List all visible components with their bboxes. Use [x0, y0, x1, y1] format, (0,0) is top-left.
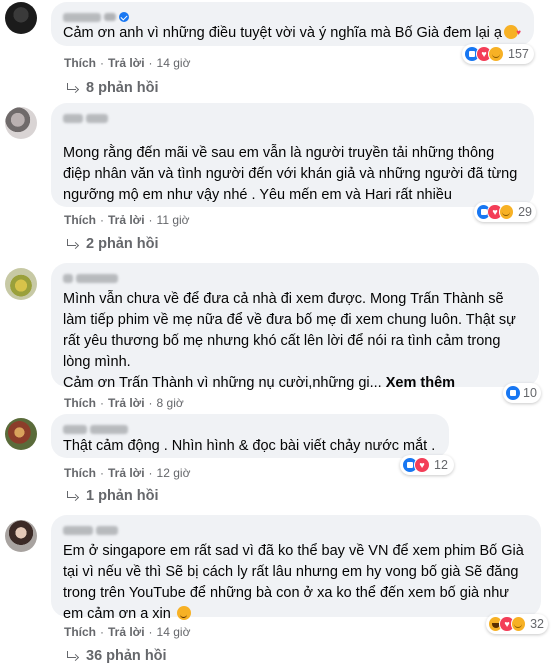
- avatar[interactable]: [5, 418, 37, 450]
- reply-arrow-icon: [66, 239, 78, 249]
- comment-text-continued: Cảm ơn Trấn Thành vì những nụ cười,những…: [63, 375, 382, 391]
- care-reaction-icon: [510, 616, 527, 632]
- replies-count: 8 phản hồi: [86, 80, 159, 96]
- comment-text: Mong rằng đến mãi về sau em vẫn là người…: [63, 145, 518, 203]
- care-reaction-icon: [498, 204, 515, 220]
- comment-text: Cảm ơn anh vì những điều tuyệt vời và ý …: [63, 25, 502, 41]
- comment-actions: Thích · Trả lời · 14 giờ: [64, 625, 191, 639]
- comment-author[interactable]: [63, 110, 522, 126]
- comment-bubble: Cảm ơn anh vì những điều tuyệt vời và ý …: [51, 2, 534, 46]
- replies-count: 1 phản hồi: [86, 488, 159, 504]
- avatar[interactable]: [5, 2, 37, 34]
- like-button[interactable]: Thích: [64, 213, 96, 227]
- comment-actions: Thích · Trả lời · 14 giờ: [64, 56, 191, 70]
- like-reaction-icon: [505, 385, 521, 401]
- comment-actions: Thích · Trả lời · 11 giờ: [64, 213, 190, 227]
- comment-text: Mình vẫn chưa về để đưa cả nhà đi xem đư…: [63, 291, 516, 370]
- comment-text: Thật cảm động . Nhìn hình & đọc bài viết…: [63, 438, 436, 454]
- replies-count: 36 phản hồi: [86, 648, 167, 664]
- reaction-count: 157: [508, 47, 529, 61]
- comment-timestamp[interactable]: 14 giờ: [157, 625, 191, 639]
- smiling-face-with-hearts-icon: [503, 22, 521, 43]
- comment-bubble: Mong rằng đến mãi về sau em vẫn là người…: [51, 103, 534, 207]
- reply-arrow-icon: [66, 651, 78, 661]
- comment-actions: Thích · Trả lời · 8 giờ: [64, 396, 184, 410]
- love-reaction-icon: [414, 457, 430, 473]
- avatar[interactable]: [5, 268, 37, 300]
- comment-bubble: Thật cảm động . Nhìn hình & đọc bài viết…: [51, 414, 449, 458]
- reaction-count: 32: [530, 617, 544, 631]
- reaction-count: 29: [518, 205, 532, 219]
- like-button[interactable]: Thích: [64, 396, 96, 410]
- comment-actions: Thích · Trả lời · 12 giờ: [64, 466, 191, 480]
- reply-button[interactable]: Trả lời: [108, 466, 145, 480]
- comment-timestamp[interactable]: 12 giờ: [157, 466, 191, 480]
- reaction-count: 10: [523, 386, 537, 400]
- reaction-summary[interactable]: 157: [462, 44, 534, 64]
- reply-button[interactable]: Trả lời: [108, 56, 145, 70]
- avatar[interactable]: [5, 520, 37, 552]
- comment-author[interactable]: [63, 270, 527, 286]
- care-reaction-icon: [488, 46, 504, 62]
- reaction-summary[interactable]: 10: [503, 383, 541, 403]
- like-button[interactable]: Thích: [64, 625, 96, 639]
- verified-icon: [119, 12, 129, 22]
- avatar[interactable]: [5, 107, 37, 139]
- see-more-link[interactable]: Xem thêm: [386, 375, 455, 391]
- reaction-summary[interactable]: 12: [400, 455, 454, 475]
- reaction-count: 12: [434, 458, 448, 472]
- comment-text: Em ở singapore em rất sad vì đã ko thể b…: [63, 543, 524, 622]
- reply-button[interactable]: Trả lời: [108, 396, 145, 410]
- comment-timestamp[interactable]: 14 giờ: [157, 56, 191, 70]
- view-replies-link[interactable]: 8 phản hồi: [66, 80, 159, 96]
- comment-author-subtitle: [63, 127, 522, 141]
- reply-arrow-icon: [66, 491, 78, 501]
- comment-bubble: Em ở singapore em rất sad vì đã ko thể b…: [51, 515, 541, 622]
- like-button[interactable]: Thích: [64, 56, 96, 70]
- reaction-summary[interactable]: 32: [486, 614, 548, 634]
- view-replies-link[interactable]: 36 phản hồi: [66, 648, 167, 664]
- reply-button[interactable]: Trả lời: [108, 625, 145, 639]
- view-replies-link[interactable]: 2 phản hồi: [66, 236, 159, 252]
- comment-author[interactable]: [63, 421, 437, 437]
- comment-timestamp[interactable]: 11 giờ: [157, 213, 190, 227]
- reaction-summary[interactable]: 29: [474, 202, 536, 222]
- comment-bubble: Mình vẫn chưa về để đưa cả nhà đi xem đư…: [51, 263, 539, 391]
- comment-author[interactable]: [63, 522, 529, 538]
- replies-count: 2 phản hồi: [86, 236, 159, 252]
- view-replies-link[interactable]: 1 phản hồi: [66, 488, 159, 504]
- comment-timestamp[interactable]: 8 giờ: [157, 396, 184, 410]
- like-button[interactable]: Thích: [64, 466, 96, 480]
- reply-button[interactable]: Trả lời: [108, 213, 145, 227]
- reply-arrow-icon: [66, 83, 78, 93]
- smiling-face-icon: [176, 606, 191, 620]
